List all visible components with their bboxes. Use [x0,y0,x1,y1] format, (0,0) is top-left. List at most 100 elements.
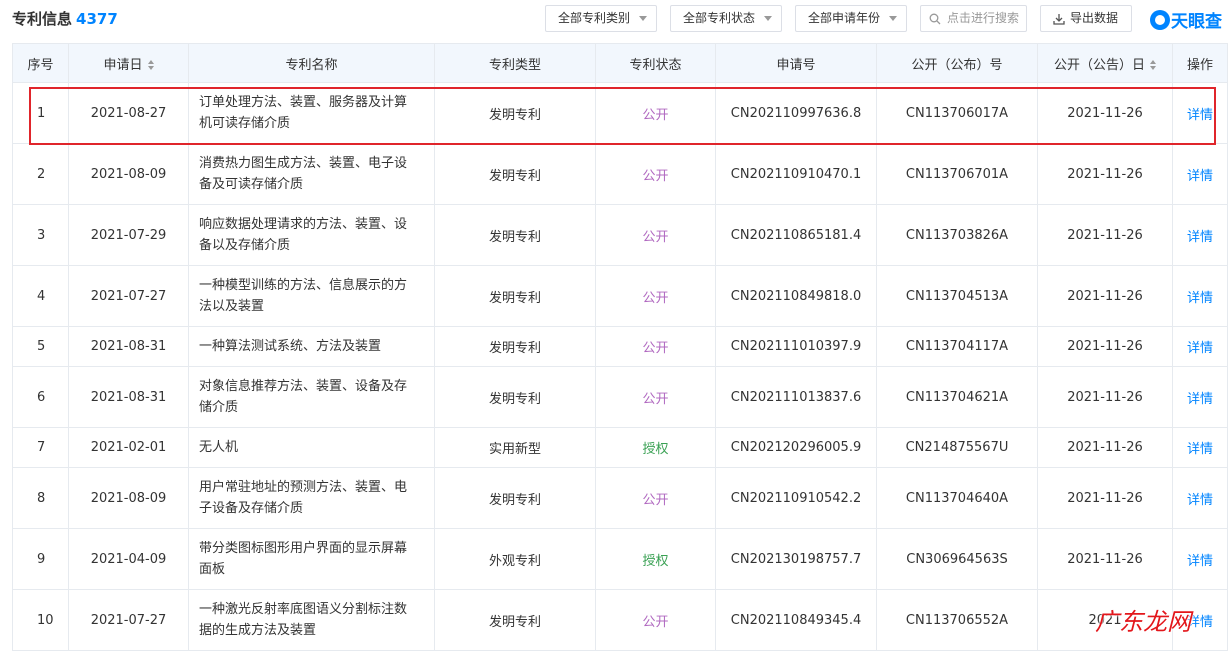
row-index-cell: 9 [12,528,69,590]
detail-link-cell[interactable]: 详情 [1172,326,1228,367]
publication-date-cell: 2021-11-26 [1037,326,1173,367]
detail-link[interactable]: 详情 [1187,554,1213,569]
detail-link[interactable]: 详情 [1187,493,1213,508]
logo-icon [1150,10,1170,30]
application-date: 2021-07-29 [90,227,167,243]
col-publication-number-label: 公开（公布）号 [911,57,1003,73]
application-date-cell: 2021-07-29 [68,204,189,266]
application-date: 2021-04-09 [90,551,167,567]
col-application-date-label: 申请日 [103,57,143,73]
row-index-cell: 3 [12,204,69,266]
detail-link-cell[interactable]: 详情 [1172,143,1228,205]
application-number-cell: CN202130198757.7 [715,528,877,590]
table-row: 6 2021-08-31 对象信息推荐方法、装置、设备及存 储介质 发明专利 公开 CN20… [12,366,1228,428]
chevron-down-icon [764,16,772,21]
col-publication-date[interactable]: 公开（公告）日 [1037,43,1173,83]
application-year-dropdown[interactable]: 全部申请年份 [795,5,907,32]
row-index: 10 [37,612,54,628]
row-index: 4 [37,288,46,304]
col-application-number-label: 申请号 [776,57,816,73]
detail-link[interactable]: 详情 [1187,392,1213,407]
watermark: 广东龙网 [1095,608,1191,636]
patent-name-cell: 消费热力图生成方法、装置、电子设 备及可读存储介质 [188,143,435,205]
application-number-cell: CN202111013837.6 [715,366,877,428]
publication-date: 2021-11-26 [1067,105,1143,121]
application-date: 2021-08-09 [90,490,167,506]
publication-date-cell: 2021-11-26 [1037,204,1173,266]
publication-number-cell: CN113706701A [876,143,1038,205]
patent-status: 公开 [642,614,669,630]
col-action-label: 操作 [1186,57,1213,73]
patent-type-cell: 发明专利 [434,366,596,428]
logo-text: 天眼查 [1171,12,1222,32]
patent-type-cell: 实用新型 [434,427,596,468]
patent-name-line: 一种算法测试系统、方法及装置 [199,339,382,354]
patent-status-cell: 公开 [595,326,716,367]
search-input[interactable]: 点击进行搜索 [920,5,1027,32]
search-icon [929,13,941,25]
patent-status-cell: 公开 [595,265,716,327]
col-patent-status-label: 专利状态 [629,57,682,73]
sort-icon[interactable] [147,59,154,70]
col-application-number: 申请号 [715,43,877,83]
publication-date-cell: 2021-11-26 [1037,265,1173,327]
detail-link[interactable]: 详情 [1187,108,1213,123]
publication-date: 2021-11-26 [1067,389,1143,405]
publication-number-cell: CN113706552A [876,589,1038,651]
detail-link-cell[interactable]: 详情 [1172,427,1228,468]
detail-link-cell[interactable]: 详情 [1172,204,1228,266]
patent-status: 公开 [642,168,669,184]
detail-link[interactable]: 详情 [1187,291,1213,306]
detail-link-cell[interactable]: 详情 [1172,528,1228,590]
sort-icon[interactable] [1150,59,1156,70]
detail-link[interactable]: 详情 [1187,341,1213,356]
patent-category-label: 全部专利类别 [558,11,631,25]
detail-link-cell[interactable]: 详情 [1172,265,1228,327]
table-header-row: 序号 申请日 专利名称 专利类型 专利状态 申请号 公开（公布）号 公开（公告）… [12,43,1228,83]
col-patent-status: 专利状态 [595,43,716,83]
patent-name-line: 带分类图标图形用户界面的显示屏幕 [199,541,408,556]
patent-status-cell: 公开 [595,467,716,529]
detail-link[interactable]: 详情 [1187,442,1213,457]
patent-status: 授权 [642,442,669,457]
detail-link[interactable]: 详情 [1187,230,1213,245]
patent-name-cell: 用户常驻地址的预测方法、装置、电 子设备及存储介质 [188,467,435,529]
publication-date: 2021-11-26 [1067,339,1143,354]
patent-status-cell: 公开 [595,589,716,651]
export-data-button[interactable]: 导出数据 [1040,5,1132,32]
application-number-cell: CN202111010397.9 [715,326,877,367]
patent-status: 公开 [642,492,669,508]
detail-link[interactable]: 详情 [1187,169,1213,184]
publication-number: CN214875567U [905,440,1009,455]
patent-name-line: 机可读存储介质 [199,116,291,131]
detail-link-cell[interactable]: 详情 [1172,366,1228,428]
application-number: CN202110997636.8 [730,105,862,121]
application-number-cell: CN202120296005.9 [715,427,877,468]
publication-number: CN113704640A [905,490,1009,506]
tianyancha-logo[interactable]: 天眼查 [1150,7,1222,32]
row-index: 8 [37,490,46,506]
col-patent-name-label: 专利名称 [285,57,338,73]
patent-status-dropdown[interactable]: 全部专利状态 [670,5,782,32]
application-date-cell: 2021-08-27 [68,82,189,144]
patent-name-line: 储介质 [199,400,239,415]
table-row: 8 2021-08-09 用户常驻地址的预测方法、装置、电 子设备及存储介质 发明专利 公… [12,467,1228,529]
patent-name-line: 响应数据处理请求的方法、装置、设 [199,217,408,232]
detail-link-cell[interactable]: 详情 [1172,82,1228,144]
col-application-date[interactable]: 申请日 [68,43,189,83]
row-index-cell: 6 [12,366,69,428]
publication-number-cell: CN113704117A [876,326,1038,367]
patent-category-dropdown[interactable]: 全部专利类别 [545,5,657,32]
patent-type: 发明专利 [488,107,541,123]
application-date-cell: 2021-08-31 [68,326,189,367]
patent-type-cell: 发明专利 [434,265,596,327]
publication-date: 2021-11-26 [1067,288,1143,304]
application-date: 2021-08-31 [90,389,167,405]
patent-type-cell: 发明专利 [434,82,596,144]
page-title-text: 专利信息 [12,10,73,28]
patent-type: 发明专利 [488,168,541,184]
patent-name-cell: 订单处理方法、装置、服务器及计算 机可读存储介质 [188,82,435,144]
publication-date-cell: 2021-11-26 [1037,143,1173,205]
publication-number-cell: CN113704513A [876,265,1038,327]
detail-link-cell[interactable]: 详情 [1172,467,1228,529]
